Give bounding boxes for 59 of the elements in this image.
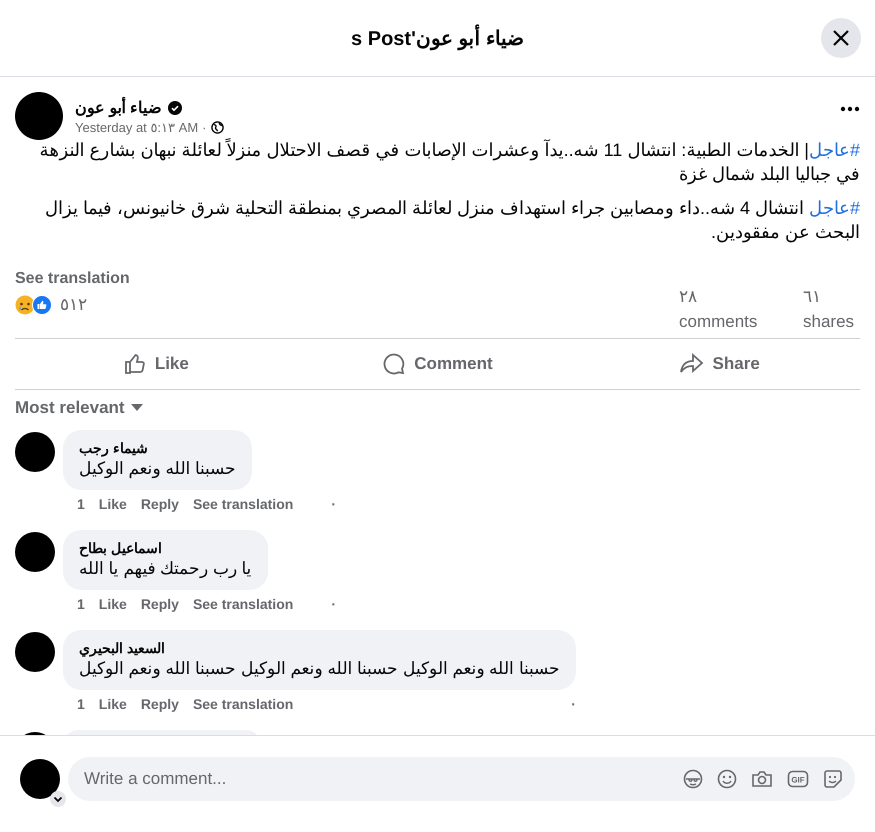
comments-count[interactable]: ٢٨ comments bbox=[679, 284, 769, 334]
more-options-icon[interactable] bbox=[840, 106, 860, 112]
hashtag-link[interactable]: #عاجل bbox=[808, 140, 860, 160]
separator-dot: · bbox=[570, 696, 576, 712]
share-arrow-icon bbox=[678, 352, 705, 376]
commenter-avatar[interactable] bbox=[15, 432, 55, 472]
reply-link[interactable]: Reply bbox=[140, 696, 179, 712]
globe-icon bbox=[210, 120, 224, 134]
separator-dot: · bbox=[330, 496, 336, 512]
avatar-sticker-icon[interactable] bbox=[683, 769, 703, 789]
thumbs-up-icon bbox=[122, 352, 147, 376]
chevron-down-icon[interactable] bbox=[50, 791, 66, 807]
emoji-icon[interactable] bbox=[717, 769, 737, 789]
shares-count[interactable]: ٦١ shares bbox=[803, 284, 860, 334]
like-reaction-icon bbox=[32, 294, 52, 314]
reply-link[interactable]: Reply bbox=[140, 596, 179, 612]
camera-icon[interactable] bbox=[751, 769, 773, 789]
reaction-count[interactable]: ٥١٢ bbox=[60, 294, 87, 315]
separator-dot: · bbox=[202, 120, 206, 134]
comment-input[interactable]: Write a comment... GIF bbox=[68, 757, 855, 801]
reaction-count[interactable]: 1 bbox=[77, 596, 85, 612]
like-link[interactable]: Like bbox=[98, 596, 127, 612]
reaction-count[interactable]: 1 bbox=[77, 696, 85, 712]
reaction-count[interactable]: 1 bbox=[77, 496, 85, 512]
sticker-icon[interactable] bbox=[823, 769, 843, 789]
commenter-avatar[interactable] bbox=[15, 632, 55, 672]
post-text: #عاجل| الخدمات الطبية: انتشال 11 شه..يدآ وعشرات الإصابات في قصف الاحتلال منزلاً لعائلة نبهان بشارع النزهة في جباليا البلد شمال غزة bbox=[38, 138, 860, 186]
reply-link[interactable]: Reply bbox=[140, 496, 179, 512]
comment-text: يا رب رحمتك فيهم يا الله bbox=[79, 558, 252, 580]
post-text: #عاجل انتشال 4 شه..داء ومصابين جراء استهداف منزل لعائلة المصري بمنطقة التحلية شرق خانيونس، فيما يزال البحث عن مفقودين. bbox=[44, 197, 860, 244]
hashtag-link[interactable]: #عاجل bbox=[808, 198, 860, 218]
sort-dropdown[interactable]: Most relevant bbox=[15, 398, 143, 418]
see-translation-link[interactable]: See translation bbox=[192, 696, 294, 712]
author-name[interactable]: ضياء أبو عون bbox=[75, 98, 162, 118]
commenter-avatar[interactable] bbox=[15, 532, 55, 572]
gif-icon[interactable]: GIF bbox=[787, 769, 809, 789]
comment-text: حسبنا الله ونعم الوكيل حسبنا الله ونعم الوكيل حسبنا الله ونعم الوكيل bbox=[79, 658, 560, 680]
post-time[interactable]: Yesterday at ٥:١٣ AM bbox=[75, 120, 198, 134]
close-icon bbox=[832, 29, 850, 47]
share-button[interactable]: Share bbox=[578, 339, 860, 389]
like-button[interactable]: Like bbox=[15, 339, 297, 389]
see-translation-link[interactable]: See translation bbox=[15, 270, 130, 288]
see-translation-link[interactable]: See translation bbox=[192, 496, 294, 512]
caret-icon bbox=[130, 404, 143, 412]
commenter-name[interactable]: السعيد البحيري bbox=[79, 639, 560, 658]
author-avatar[interactable] bbox=[15, 92, 63, 140]
close-button[interactable] bbox=[821, 18, 861, 58]
commenter-name[interactable]: شيماء رجب bbox=[79, 439, 236, 458]
comment-button[interactable]: Comment bbox=[296, 339, 578, 389]
dialog-title: ضياء أبو عون's Post bbox=[351, 26, 524, 50]
sad-face-icon bbox=[15, 294, 35, 314]
user-avatar[interactable] bbox=[20, 759, 60, 799]
like-link[interactable]: Like bbox=[98, 696, 127, 712]
separator-dot: · bbox=[330, 596, 336, 612]
speech-bubble-icon bbox=[382, 352, 406, 376]
comment-text: حسبنا الله ونعم الوكيل bbox=[79, 458, 236, 480]
see-translation-link[interactable]: See translation bbox=[192, 596, 294, 612]
like-link[interactable]: Like bbox=[98, 496, 127, 512]
commenter-name[interactable]: اسماعيل بطاح bbox=[79, 539, 252, 558]
